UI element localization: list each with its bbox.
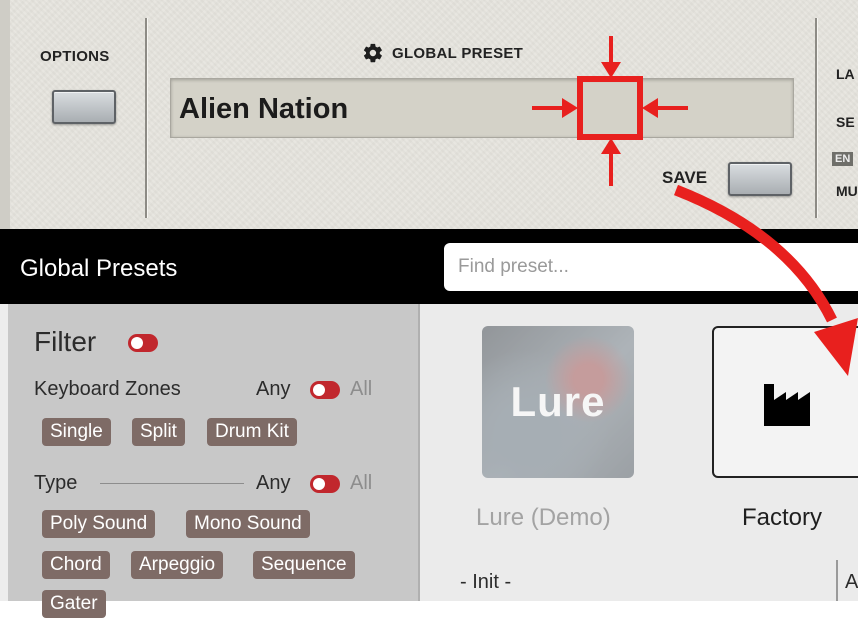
library-tile-factory[interactable] [712, 326, 858, 478]
global-preset-label: GLOBAL PRESET [392, 44, 524, 62]
type-any[interactable]: Any [256, 472, 290, 495]
type-all[interactable]: All [350, 472, 372, 495]
options-label: OPTIONS [40, 48, 110, 65]
type-label: Type [34, 472, 78, 494]
panel-divider-right [815, 18, 817, 218]
keyboard-zones-label: Keyboard Zones [34, 378, 181, 400]
search-input[interactable] [444, 243, 858, 291]
chip-mono-sound[interactable]: Mono Sound [186, 510, 310, 538]
lure-logo-text: Lure [510, 378, 606, 425]
keyboard-zones-toggle[interactable] [310, 381, 340, 399]
right-label-la: LA [836, 66, 855, 82]
save-label: SAVE [662, 168, 708, 187]
filter-title: Filter [34, 326, 97, 357]
preset-list-item-init[interactable]: - Init - [460, 571, 511, 594]
preset-name: Alien Nation [179, 93, 349, 125]
type-divider-line [100, 483, 244, 484]
panel-edge [0, 0, 10, 230]
browser-header-bar: Global Presets [0, 229, 858, 304]
save-button[interactable] [728, 162, 792, 196]
library-tile-lure[interactable]: Lure [482, 326, 634, 478]
type-toggle[interactable] [310, 475, 340, 493]
right-badge-en: EN [832, 152, 854, 166]
synth-top-panel: OPTIONS GLOBAL PRESET Alien Nation SAVE … [0, 0, 858, 230]
panel-divider-left [145, 18, 147, 218]
preset-list-item-a[interactable]: A [845, 571, 858, 594]
chip-drum-kit[interactable]: Drum Kit [207, 418, 297, 446]
right-label-mu: MU [836, 183, 858, 199]
preset-display[interactable]: Alien Nation [170, 78, 794, 138]
factory-icon [764, 384, 810, 426]
chip-split[interactable]: Split [132, 418, 185, 446]
preset-list-divider [836, 560, 838, 601]
keyboard-zones-any[interactable]: Any [256, 378, 290, 401]
library-caption-factory[interactable]: Factory [742, 504, 822, 532]
keyboard-zones-all[interactable]: All [350, 378, 372, 401]
chip-gater[interactable]: Gater [42, 590, 106, 618]
chip-chord[interactable]: Chord [42, 551, 110, 579]
right-label-se: SE [836, 114, 855, 130]
browser-title: Global Presets [20, 255, 178, 282]
library-caption-lure[interactable]: Lure (Demo) [476, 504, 611, 532]
filter-toggle[interactable] [128, 334, 158, 352]
global-preset-header: GLOBAL PRESET [362, 42, 523, 64]
gear-icon [363, 43, 382, 63]
chip-sequence[interactable]: Sequence [253, 551, 355, 579]
chip-arpeggio[interactable]: Arpeggio [131, 551, 224, 579]
chip-poly-sound[interactable]: Poly Sound [42, 510, 156, 538]
options-button[interactable] [52, 90, 116, 124]
chip-single[interactable]: Single [42, 418, 111, 446]
